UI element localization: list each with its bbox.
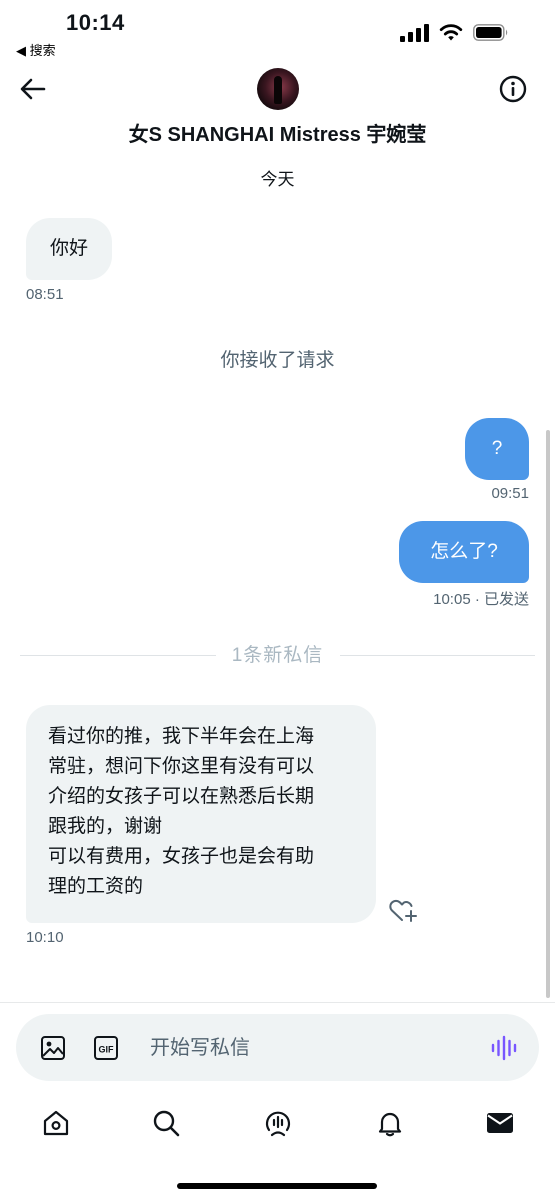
incoming-message-bubble[interactable]: 看过你的推，我下半年会在上海 常驻，想问下你这里有没有可以 介绍的女孩子可以在熟… [26,705,376,923]
gif-label: GIF [99,1045,115,1055]
avatar[interactable] [257,68,299,110]
message-text: 你好 [49,238,88,259]
incoming-message-bubble[interactable]: 你好 [26,218,112,280]
image-icon[interactable] [40,1035,66,1061]
spaces-icon [265,1111,291,1137]
message-line: 常驻，想问下你这里有没有可以 [48,756,315,777]
message-text: ? [491,438,503,459]
message-line: 理的工资的 [48,876,144,897]
wifi-icon [439,24,463,41]
tab-search[interactable] [146,1103,186,1143]
tab-spaces[interactable] [258,1103,298,1143]
message-timestamp: 09:51 [491,485,529,502]
messages-icon [487,1113,513,1133]
message-timestamp: 10:10 [26,929,64,946]
message-input[interactable] [148,1032,472,1064]
scrollbar[interactable] [546,430,550,998]
search-icon [153,1110,180,1137]
message-line: 可以有费用，女孩子也是会有助 [48,846,315,867]
day-separator: 今天 [260,170,295,189]
conversation-title[interactable]: 女S SHANGHAI Mistress 宇婉莹 [0,118,555,147]
message-timestamp: 08:51 [26,286,64,303]
message-composer: GIF [16,1014,539,1081]
outgoing-message-bubble[interactable]: 怎么了? [399,521,529,583]
message-text: 怎么了? [430,541,498,562]
request-accepted-note: 你接收了请求 [220,350,335,371]
arrow-left-icon[interactable] [18,74,48,104]
voice-wave-icon[interactable] [490,1035,518,1061]
tab-home[interactable] [36,1103,76,1143]
tab-notifications[interactable] [370,1103,410,1143]
add-reaction-heart-icon[interactable] [387,894,419,924]
battery-icon [473,24,508,41]
message-line: 看过你的推，我下半年会在上海 [48,726,315,747]
outgoing-message-bubble[interactable]: ? [465,418,529,480]
message-line: 介绍的女孩子可以在熟悉后长期 [48,786,315,807]
new-messages-divider: 1条新私信 [231,645,324,666]
notifications-icon [378,1112,402,1137]
message-line: 跟我的，谢谢 [48,816,163,837]
info-circle-icon[interactable] [498,74,528,104]
home-indicator [177,1183,377,1189]
message-timestamp: 10:05 · 已发送 [433,591,529,608]
cell-signal-icon [400,24,430,42]
status-time: 10:14 [66,10,125,35]
gif-icon[interactable]: GIF [93,1035,119,1061]
back-to-app-link[interactable]: ◀ 搜索 [16,40,56,59]
tab-messages[interactable] [480,1103,520,1143]
composer-separator [0,1002,555,1003]
home-icon [43,1110,69,1136]
